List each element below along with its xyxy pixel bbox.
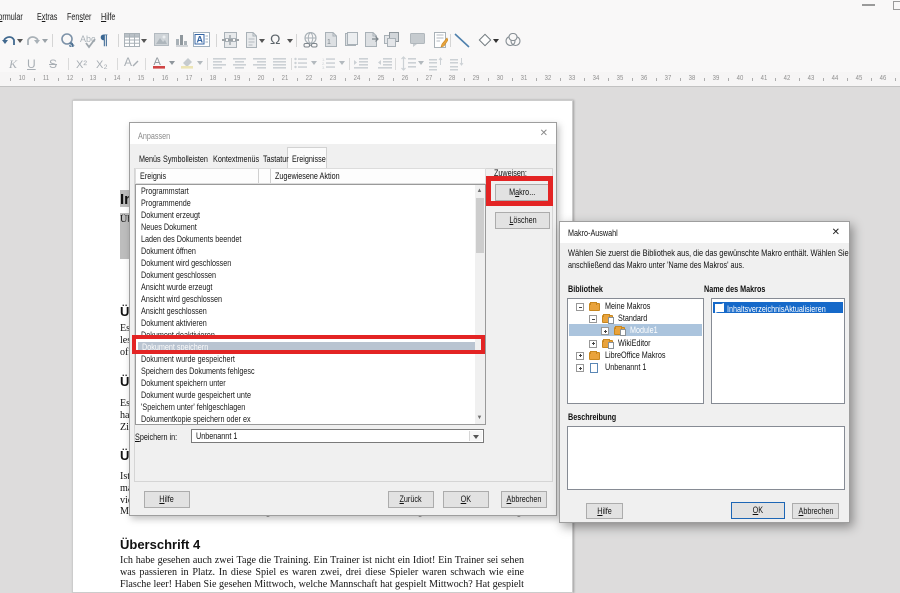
svg-text:Abc: Abc xyxy=(80,34,96,44)
svg-text:A: A xyxy=(124,55,132,69)
svg-text:3.: 3. xyxy=(322,65,325,70)
svg-text:1: 1 xyxy=(327,39,331,46)
svg-text:a: a xyxy=(69,40,74,49)
svg-text:A: A xyxy=(197,35,204,45)
